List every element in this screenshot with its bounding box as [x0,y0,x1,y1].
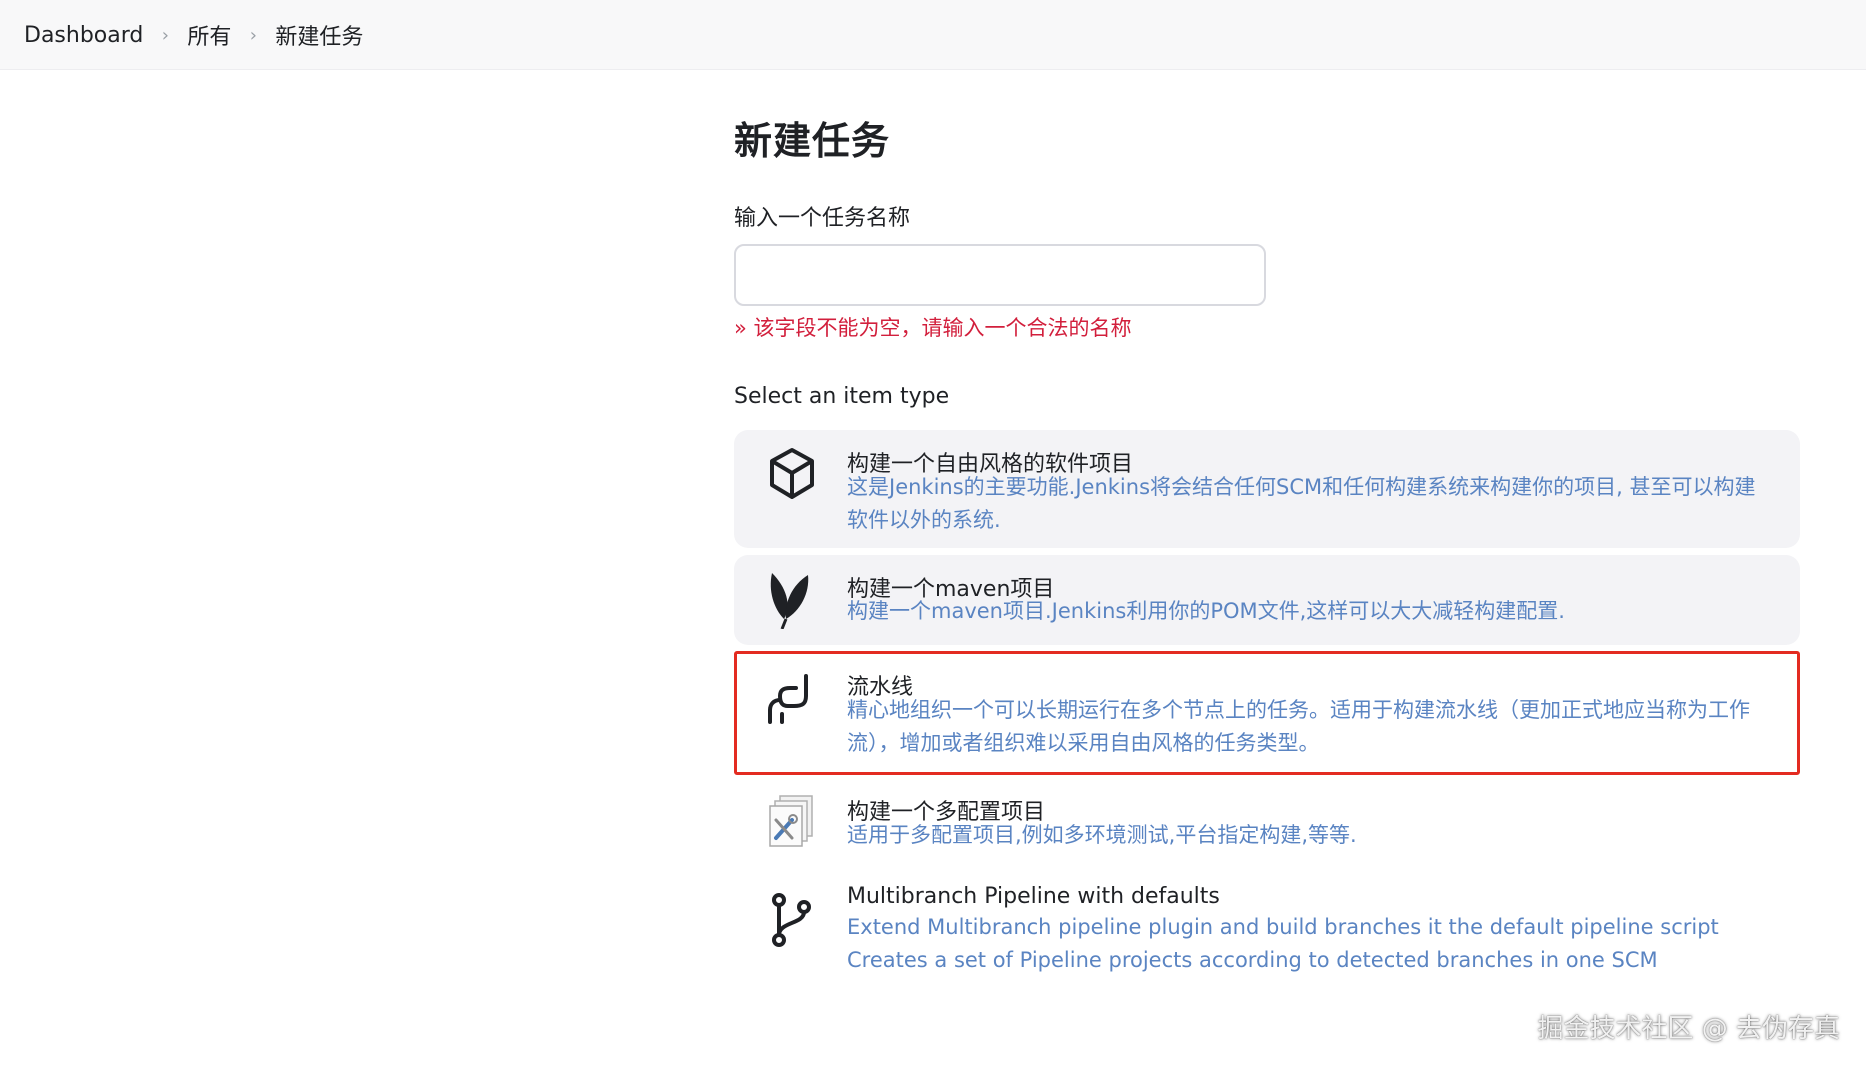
breadcrumb: Dashboard › 所有 › 新建任务 [24,0,363,70]
item-description: Extend Multibranch pipeline plugin and b… [847,915,1719,972]
box-icon [762,444,822,504]
breadcrumb-all[interactable]: 所有 [187,19,231,51]
item-name-input[interactable] [734,244,1266,306]
item-description: 适用于多配置项目,例如多环境测试,平台指定构建,等等. [847,823,1357,847]
item-description: 构建一个maven项目.Jenkins利用你的POM文件,这样可以大大减轻构建配… [847,599,1565,623]
multi-config-icon [762,792,822,852]
item-name-label: 输入一个任务名称 [734,206,911,231]
breadcrumb-dashboard[interactable]: Dashboard [24,23,143,48]
pipeline-icon [762,670,822,730]
item-type-freestyle[interactable]: 构建一个自由风格的软件项目 这是Jenkins的主要功能.Jenkins将会结合… [734,430,1800,548]
branch-icon [762,890,822,950]
chevron-right-icon: › [161,24,169,46]
page-title: 新建任务 [734,119,891,163]
validation-error: » 该字段不能为空，请输入一个合法的名称 [734,316,1132,340]
breadcrumb-bar: Dashboard › 所有 › 新建任务 [0,0,1866,70]
item-title: Multibranch Pipeline with defaults [847,884,1220,909]
item-type-pipeline[interactable]: 流水线 精心地组织一个可以长期运行在多个节点上的任务。适用于构建流水线（更加正式… [734,651,1800,775]
chevron-right-icon: › [249,24,257,46]
watermark: 掘金技术社区 @ 去伪存真 [1537,1014,1840,1044]
item-description: 这是Jenkins的主要功能.Jenkins将会结合任何SCM和任何构建系统来构… [847,475,1756,532]
item-type-maven[interactable]: 构建一个maven项目 构建一个maven项目.Jenkins利用你的POM文件… [734,555,1800,645]
feather-icon [762,569,822,629]
item-type-label: Select an item type [734,384,950,409]
breadcrumb-new-item[interactable]: 新建任务 [275,19,363,51]
item-description: 精心地组织一个可以长期运行在多个节点上的任务。适用于构建流水线（更加正式地应当称… [847,698,1750,755]
item-type-multi-config[interactable]: 构建一个多配置项目 适用于多配置项目,例如多环境测试,平台指定构建,等等. [734,782,1800,872]
